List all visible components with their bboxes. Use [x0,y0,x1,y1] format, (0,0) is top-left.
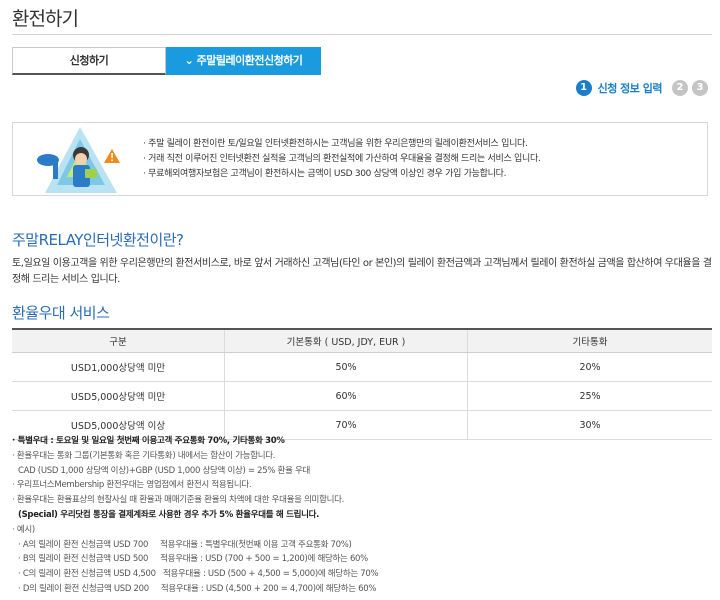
table-cell: USD1,000상당액 미만 [12,352,225,382]
example-heading: 예시) [12,523,378,538]
tab-weekend-relay-label: 주말릴레이환전신청하기 [196,54,303,67]
table-cell: 25% [467,381,712,411]
example-item: B의 릴레이 환전 신청금액 USD 500 적용우대율 : USD (700 … [12,552,378,567]
example-item: C의 릴레이 환전 신청금액 USD 4,500 적용우대율 : USD (50… [12,567,379,582]
example-item: D의 릴레이 환전 신청금액 USD 200 적용우대율 : USD (4,50… [12,582,378,597]
info-item: 무료해외여행자보험은 고객님이 환전하시는 금액이 USD 300 상당액 이상… [143,167,541,182]
note-item: 환율우대는 환율표상의 현찰사실 때 환율과 매매기준율 환율의 차액에 대한 … [12,493,378,508]
note-item: 환율우대는 통화 그룹(기본통화 혹은 기타통화) 내에서는 합산이 가능합니다… [12,449,378,464]
step-indicator: 1 신청 정보 입력 2 3 [575,80,708,96]
example-item: A의 릴레이 환전 신청금액 USD 700 적용우대율 : 특별우대(첫번째 … [12,538,378,553]
relay-heading: 주말RELAY인터넷환전이란? [12,231,184,249]
tab-weekend-relay[interactable]: ⌄ 주말릴레이환전신청하기 [166,47,321,75]
rate-table: 구분 기본통화 ( USD, JDY, EUR ) 기타통화 USD1,000상… [12,328,712,440]
advisor-illustration [37,127,120,193]
title-divider [12,34,712,35]
notes-list: 특별우대 : 토요일 및 일요일 첫번째 이용고객 주요통화 70%, 기타통화… [12,434,379,597]
note-item: 우리프너스Membership 환전우대는 영업점에서 환전시 적용됩니다. [12,478,378,493]
note-special-bonus: (Special) 우리닷컴 통장을 결제계좌로 사용한 경우 추가 5% 환율… [18,509,320,520]
info-list: 주말 릴레이 환전이란 토/일요일 인터넷환전하시는 고객님을 위한 우리은행만… [143,137,541,182]
column-header: 구분 [12,328,225,353]
tab-apply[interactable]: 신청하기 [12,47,166,75]
table-header-row: 구분 기본통화 ( USD, JDY, EUR ) 기타통화 [12,328,712,353]
chevron-down-icon: ⌄ [184,54,197,67]
table-cell: 50% [224,352,468,382]
info-box: 주말 릴레이 환전이란 토/일요일 인터넷환전하시는 고객님을 위한 우리은행만… [12,122,708,196]
table-cell: 20% [467,352,712,382]
rate-heading: 환율우대 서비스 [12,304,110,322]
info-item: 주말 릴레이 환전이란 토/일요일 인터넷환전하시는 고객님을 위한 우리은행만… [143,137,541,152]
info-item: 거래 직전 이루어진 인터넷환전 실적을 고객님의 환전실적에 가산하여 우대율… [143,152,541,167]
table-cell: 60% [224,381,468,411]
page-title: 환전하기 [12,8,79,30]
step-2-badge: 2 [672,80,688,96]
column-header: 기타통화 [467,328,712,353]
column-header: 기본통화 ( USD, JDY, EUR ) [224,328,468,353]
table-row: USD5,000상당액 미만 60% 25% [12,381,712,411]
relay-description: 토,일요일 이용고객을 위한 우리은행만의 환전서비스로, 바로 앞서 거래하신… [12,258,712,285]
table-cell: 30% [467,410,712,440]
step-3-badge: 3 [692,80,708,96]
table-cell: USD5,000상당액 미만 [12,381,225,411]
note-special: 특별우대 : 토요일 및 일요일 첫번째 이용고객 주요통화 70%, 기타통화… [12,434,378,449]
step-1-label: 신청 정보 입력 [597,82,663,95]
step-1-badge: 1 [575,80,592,96]
table-row: USD1,000상당액 미만 50% 20% [12,352,712,382]
note-item: CAD (USD 1,000 상당액 이상)+GBP (USD 1,000 상당… [18,465,311,476]
tab-bar: 신청하기 ⌄ 주말릴레이환전신청하기 [12,47,321,75]
